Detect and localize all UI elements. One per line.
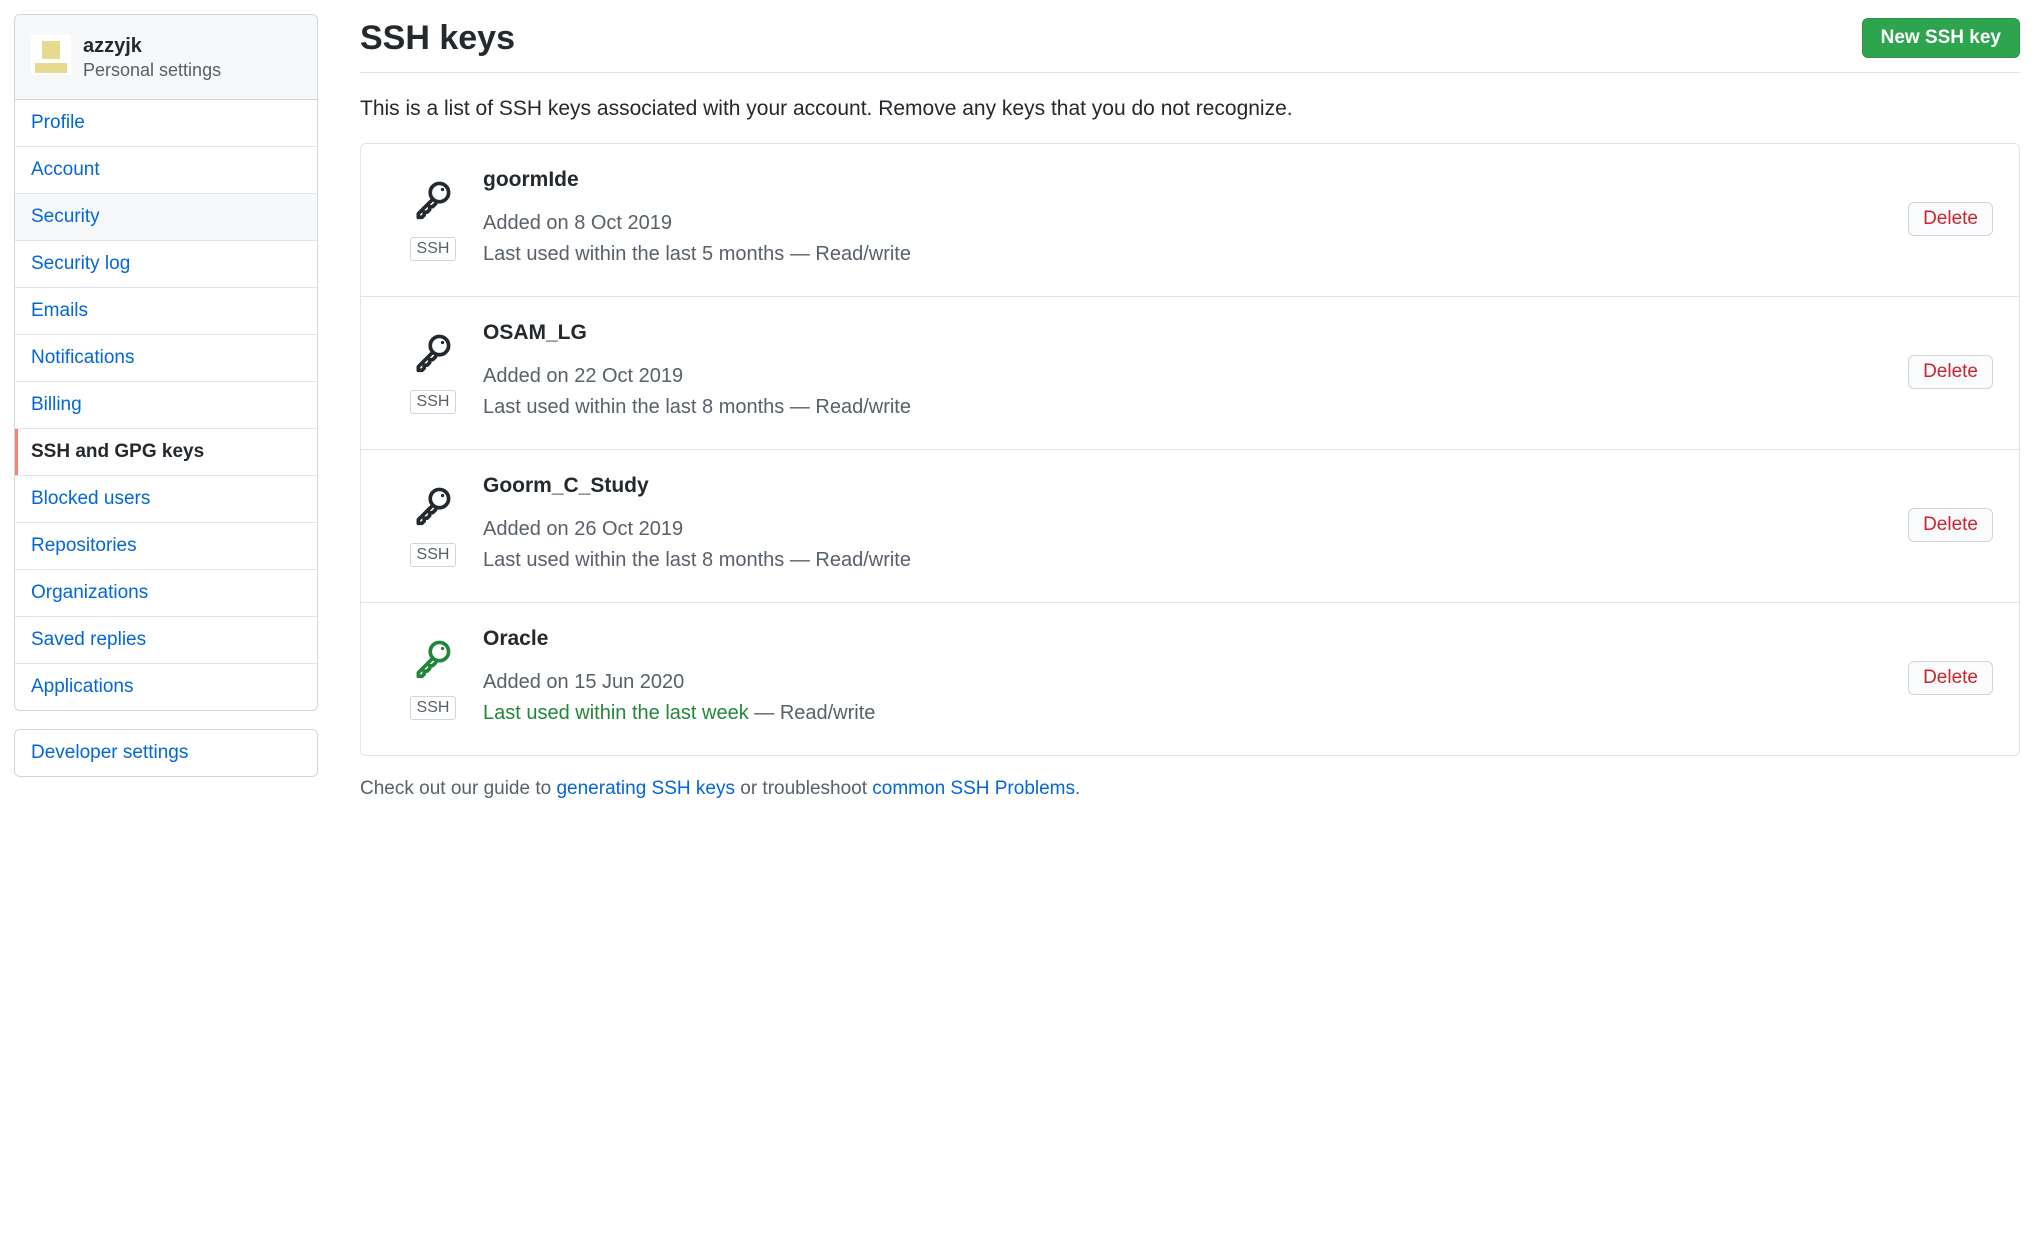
sidebar-item-developer-settings[interactable]: Developer settings [15, 730, 317, 776]
key-title: goormIde [483, 168, 1884, 192]
page-header: SSH keys New SSH key [360, 18, 2020, 73]
sidebar-subtitle: Personal settings [83, 60, 221, 81]
key-body: Oracle Added on 15 Jun 2020 Last used wi… [483, 627, 1884, 729]
key-icon-column: SSH [407, 636, 459, 720]
ssh-badge: SSH [410, 390, 457, 414]
sidebar-item-notifications[interactable]: Notifications [15, 335, 317, 382]
sidebar-item-security[interactable]: Security [15, 194, 317, 241]
key-last-used: Last used within the last 8 months [483, 549, 784, 571]
ssh-key-row: SSH goormIde Added on 8 Oct 2019 Last us… [361, 144, 2019, 297]
ssh-key-list: SSH goormIde Added on 8 Oct 2019 Last us… [360, 143, 2020, 756]
key-icon [411, 358, 455, 379]
ssh-badge: SSH [410, 237, 457, 261]
key-icon [411, 205, 455, 226]
settings-sidebar: azzyjk Personal settings ProfileAccountS… [14, 14, 318, 800]
key-icon-column: SSH [407, 177, 459, 261]
developer-settings-box: Developer settings [14, 729, 318, 777]
avatar [31, 35, 71, 75]
ssh-key-row: SSH Oracle Added on 15 Jun 2020 Last use… [361, 603, 2019, 755]
key-meta: Added on 26 Oct 2019 Last used within th… [483, 514, 1884, 576]
sidebar-header: azzyjk Personal settings [15, 15, 317, 100]
sidebar-item-organizations[interactable]: Organizations [15, 570, 317, 617]
sidebar-item-repositories[interactable]: Repositories [15, 523, 317, 570]
ssh-key-row: SSH Goorm_C_Study Added on 26 Oct 2019 L… [361, 450, 2019, 603]
sidebar-item-account[interactable]: Account [15, 147, 317, 194]
key-meta: Added on 8 Oct 2019 Last used within the… [483, 208, 1884, 270]
sidebar-item-saved-replies[interactable]: Saved replies [15, 617, 317, 664]
page-title: SSH keys [360, 19, 515, 58]
key-last-used: Last used within the last 5 months [483, 243, 784, 265]
main-content: SSH keys New SSH key This is a list of S… [360, 14, 2020, 800]
intro-text: This is a list of SSH keys associated wi… [360, 97, 2020, 121]
sidebar-item-ssh-and-gpg-keys[interactable]: SSH and GPG keys [15, 429, 317, 476]
key-permissions: — Read/write [749, 702, 876, 724]
key-permissions: — Read/write [784, 549, 911, 571]
delete-key-button[interactable]: Delete [1908, 202, 1993, 236]
key-permissions: — Read/write [784, 396, 911, 418]
username: azzyjk [83, 35, 221, 58]
key-title: Goorm_C_Study [483, 474, 1884, 498]
key-added: Added on 15 Jun 2020 [483, 667, 1884, 698]
sidebar-item-emails[interactable]: Emails [15, 288, 317, 335]
key-body: Goorm_C_Study Added on 26 Oct 2019 Last … [483, 474, 1884, 576]
sidebar-item-profile[interactable]: Profile [15, 100, 317, 147]
ssh-badge: SSH [410, 696, 457, 720]
key-body: goormIde Added on 8 Oct 2019 Last used w… [483, 168, 1884, 270]
sidebar-item-applications[interactable]: Applications [15, 664, 317, 710]
link-generating-ssh-keys[interactable]: generating SSH keys [556, 778, 735, 799]
key-permissions: — Read/write [784, 243, 911, 265]
key-meta: Added on 22 Oct 2019 Last used within th… [483, 361, 1884, 423]
key-meta: Added on 15 Jun 2020 Last used within th… [483, 667, 1884, 729]
key-added: Added on 26 Oct 2019 [483, 514, 1884, 545]
delete-key-button[interactable]: Delete [1908, 661, 1993, 695]
ssh-badge: SSH [410, 543, 457, 567]
new-ssh-key-button[interactable]: New SSH key [1862, 18, 2020, 58]
delete-key-button[interactable]: Delete [1908, 508, 1993, 542]
key-icon-column: SSH [407, 330, 459, 414]
key-icon [411, 664, 455, 685]
footer-note: Check out our guide to generating SSH ke… [360, 778, 2020, 800]
link-common-ssh-problems[interactable]: common SSH Problems [872, 778, 1075, 799]
key-added: Added on 8 Oct 2019 [483, 208, 1884, 239]
delete-key-button[interactable]: Delete [1908, 355, 1993, 389]
sidebar-item-billing[interactable]: Billing [15, 382, 317, 429]
sidebar-item-security-log[interactable]: Security log [15, 241, 317, 288]
sidebar-menu: azzyjk Personal settings ProfileAccountS… [14, 14, 318, 711]
ssh-key-row: SSH OSAM_LG Added on 22 Oct 2019 Last us… [361, 297, 2019, 450]
key-title: OSAM_LG [483, 321, 1884, 345]
key-last-used: Last used within the last week [483, 702, 749, 724]
key-body: OSAM_LG Added on 22 Oct 2019 Last used w… [483, 321, 1884, 423]
key-added: Added on 22 Oct 2019 [483, 361, 1884, 392]
key-icon-column: SSH [407, 483, 459, 567]
key-title: Oracle [483, 627, 1884, 651]
key-last-used: Last used within the last 8 months [483, 396, 784, 418]
sidebar-item-blocked-users[interactable]: Blocked users [15, 476, 317, 523]
key-icon [411, 511, 455, 532]
